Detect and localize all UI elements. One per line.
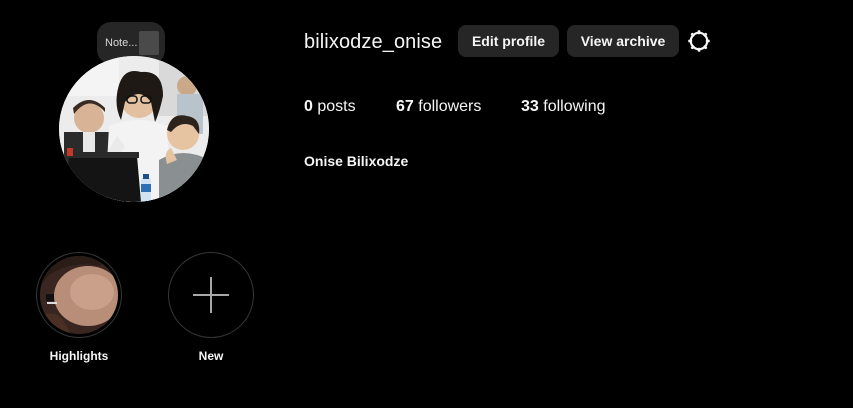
profile-avatar[interactable]	[59, 56, 209, 202]
settings-gear-icon-svg	[688, 30, 710, 52]
profile-username: bilixodze_onise	[304, 31, 443, 53]
following-count-label: following	[543, 98, 606, 115]
note-text: Note...	[105, 37, 138, 49]
followers-link[interactable]: 67 followers	[396, 98, 481, 116]
posts-count-label: posts	[317, 98, 356, 115]
following-count-value: 33	[521, 98, 539, 115]
avatar-photo	[59, 56, 209, 202]
settings-gear-icon[interactable]	[687, 29, 711, 53]
highlight-item[interactable]	[36, 252, 122, 338]
profile-page: Note... bilixodze_onise Edit profile Vie…	[0, 0, 853, 408]
note-redacted-block	[139, 31, 160, 55]
highlight-cover	[40, 256, 118, 334]
highlight-label: Highlights	[49, 349, 109, 363]
view-archive-button[interactable]: View archive	[567, 25, 679, 57]
followers-count-value: 67	[396, 98, 414, 115]
new-highlight-button[interactable]	[168, 252, 254, 338]
posts-count-value: 0	[304, 98, 313, 115]
posts-count: 0 posts	[304, 98, 356, 116]
plus-icon	[193, 277, 229, 313]
following-link[interactable]: 33 following	[521, 98, 606, 116]
edit-profile-button[interactable]: Edit profile	[458, 25, 559, 57]
new-highlight-label: New	[198, 349, 224, 363]
profile-full-name: Onise Bilixodze	[304, 153, 409, 169]
followers-count-label: followers	[418, 98, 482, 115]
highlight-cover-image	[40, 256, 118, 334]
